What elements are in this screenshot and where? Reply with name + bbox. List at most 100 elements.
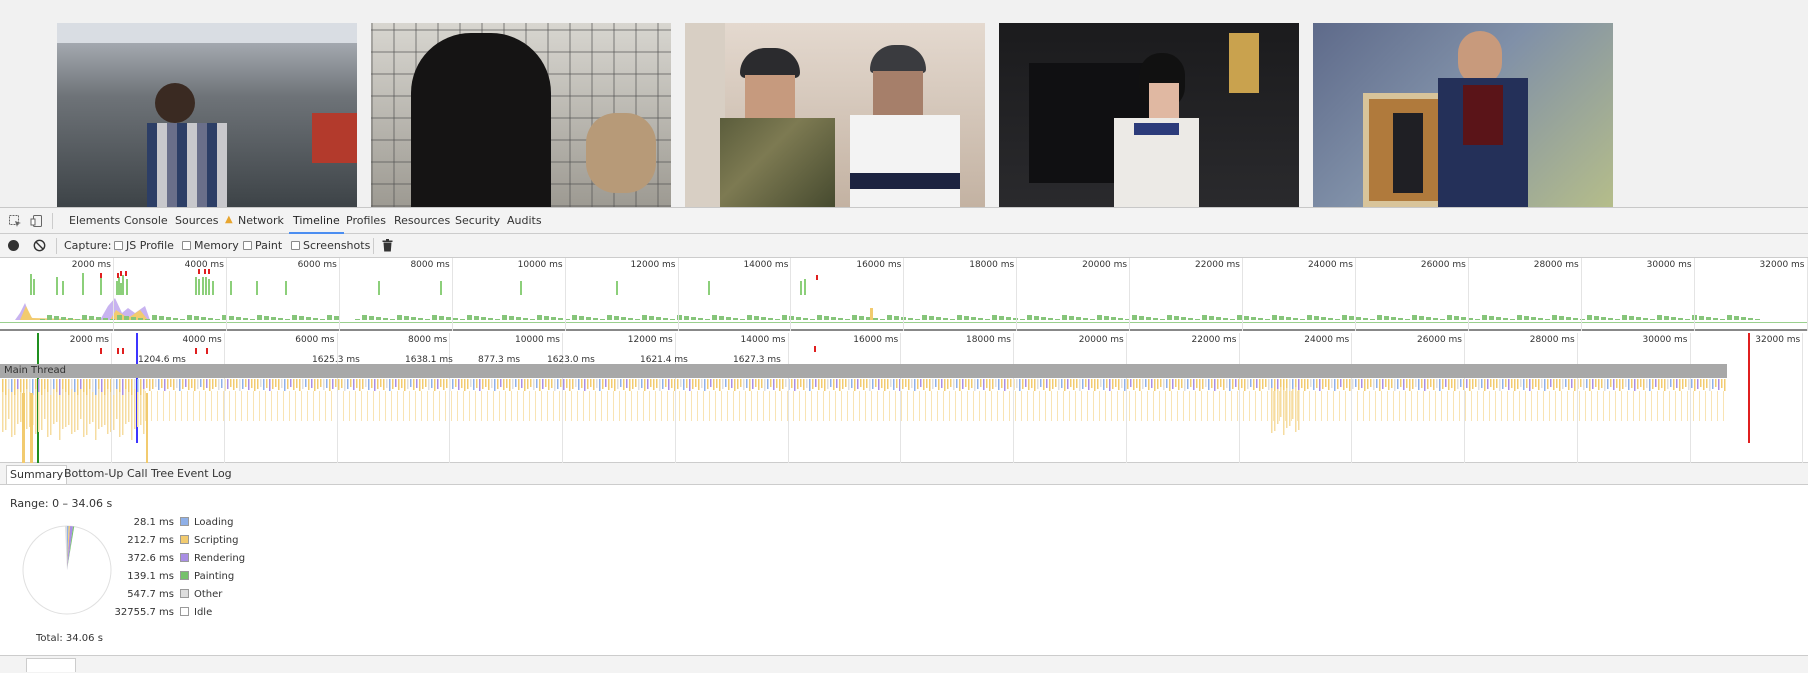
main-thread-task [1412,379,1414,389]
main-thread-idle-tick [949,391,950,421]
overview-cpu-activity [397,315,402,320]
photo-thumbnail-3[interactable] [685,23,985,207]
overview-cpu-activity [1531,317,1536,320]
js-profile-checkbox[interactable]: JS Profile [114,239,174,253]
main-thread-idle-tick [439,391,440,421]
main-thread-task [1208,379,1210,390]
overview-cpu-activity [257,315,262,320]
main-thread-task [425,379,427,387]
main-thread-idle-tick [1015,391,1016,421]
main-thread-task [1664,379,1666,391]
main-thread-task [332,379,334,389]
main-thread-task [884,379,886,391]
main-thread-idle-tick [229,391,230,421]
photo-thumbnail-2[interactable] [371,23,671,207]
main-thread-task [1448,379,1450,390]
overview-cpu-activity [376,317,381,320]
main-thread-task [1277,379,1279,389]
main-thread-task [839,379,841,391]
main-thread-subtask [68,395,70,425]
main-thread-task [278,379,280,390]
main-thread-header[interactable]: Main Thread [0,364,1727,378]
main-thread-idle-tick [385,391,386,421]
tab-elements[interactable]: Elements [65,208,124,234]
garbage-collect-icon[interactable] [382,239,393,255]
main-thread-task [614,379,616,391]
main-thread-task [974,379,976,391]
tab-console[interactable]: Console [120,208,172,234]
main-thread-idle-tick [1021,391,1022,421]
main-thread-idle-tick [829,391,830,421]
main-thread-idle-tick [781,391,782,421]
main-thread-task [572,379,574,389]
record-icon[interactable] [8,240,19,251]
overview-tick-label: 22000 ms [1195,260,1240,270]
main-thread-task [1454,379,1456,391]
main-thread-idle-tick [1627,391,1628,421]
overview-cpu-activity [978,318,983,320]
main-thread-idle-tick [1687,391,1688,421]
overview-gridline [903,258,905,331]
drawer-tab[interactable] [26,658,76,672]
main-thread-idle-tick [421,391,422,421]
tab-security[interactable]: Security [451,208,504,234]
tab-call-tree[interactable]: Call Tree [124,465,177,484]
devtools-drawer-bar [0,655,1808,673]
main-thread-task [1229,379,1231,391]
overview-cpu-activity [236,317,241,320]
overview-cpu-activity [1041,317,1046,320]
main-thread-idle-tick [709,391,710,421]
tab-summary[interactable]: Summary [6,465,68,484]
paint-checkbox[interactable]: Paint [243,239,282,253]
main-thread-subtask [107,389,109,434]
tab-network[interactable]: Network [234,208,288,234]
tab-sources[interactable]: Sources [171,208,223,234]
main-thread-idle-tick [1039,391,1040,421]
main-thread-idle-tick [1291,391,1292,421]
main-thread-task [302,379,304,389]
tab-bottom-up[interactable]: Bottom-Up [61,465,126,484]
main-thread-idle-tick [967,391,968,421]
main-thread-task [1202,379,1204,389]
tab-event-log[interactable]: Event Log [174,465,235,484]
main-thread-task [1265,379,1267,387]
tab-audits[interactable]: Audits [503,208,546,234]
main-thread-idle-tick [535,391,536,421]
main-thread-task [1430,379,1432,387]
overview-frame-bar [202,277,204,295]
main-thread-subtask [98,389,100,429]
main-thread-task [557,379,559,389]
overview-cpu-activity [1202,315,1207,320]
overview-cpu-activity [670,319,675,320]
screenshots-checkbox[interactable]: Screenshots [291,239,370,253]
photo-thumbnail-5[interactable] [1313,23,1613,207]
main-thread-idle-tick [349,391,350,421]
main-thread-task [122,379,124,395]
inspect-element-icon[interactable] [8,214,22,228]
overview-cpu-activity [943,318,948,320]
main-thread-task [983,379,985,390]
timeline-overview[interactable]: 2000 ms 4000 ms 6000 ms 8000 ms 10000 ms 1200… [0,258,1808,331]
main-thread-task [1715,379,1717,387]
photo-thumbnail-4[interactable] [999,23,1299,207]
main-thread-task [1370,379,1372,387]
overview-frame-bar [616,281,618,295]
photo-thumbnail-1[interactable] [57,23,357,207]
overview-frame-bar [230,281,232,295]
timeline-flame-chart[interactable]: 2000 ms 4000 ms 6000 ms 8000 ms 10000 ms 1200… [0,333,1808,463]
main-thread-task [1700,379,1702,387]
tab-resources[interactable]: Resources [390,208,454,234]
main-thread-task [161,379,163,388]
main-thread-idle-tick [547,391,548,421]
overview-cpu-activity [1685,319,1690,320]
tab-profiles[interactable]: Profiles [342,208,390,234]
memory-checkbox[interactable]: Memory [182,239,239,253]
device-mode-icon[interactable] [30,214,44,228]
clear-icon[interactable] [33,239,46,255]
main-thread-task [164,379,166,391]
tab-timeline[interactable]: Timeline [289,208,344,234]
overview-cpu-activity [1048,318,1053,320]
main-thread-task [902,379,904,389]
main-thread-idle-tick [961,391,962,421]
main-thread-task [203,379,205,390]
